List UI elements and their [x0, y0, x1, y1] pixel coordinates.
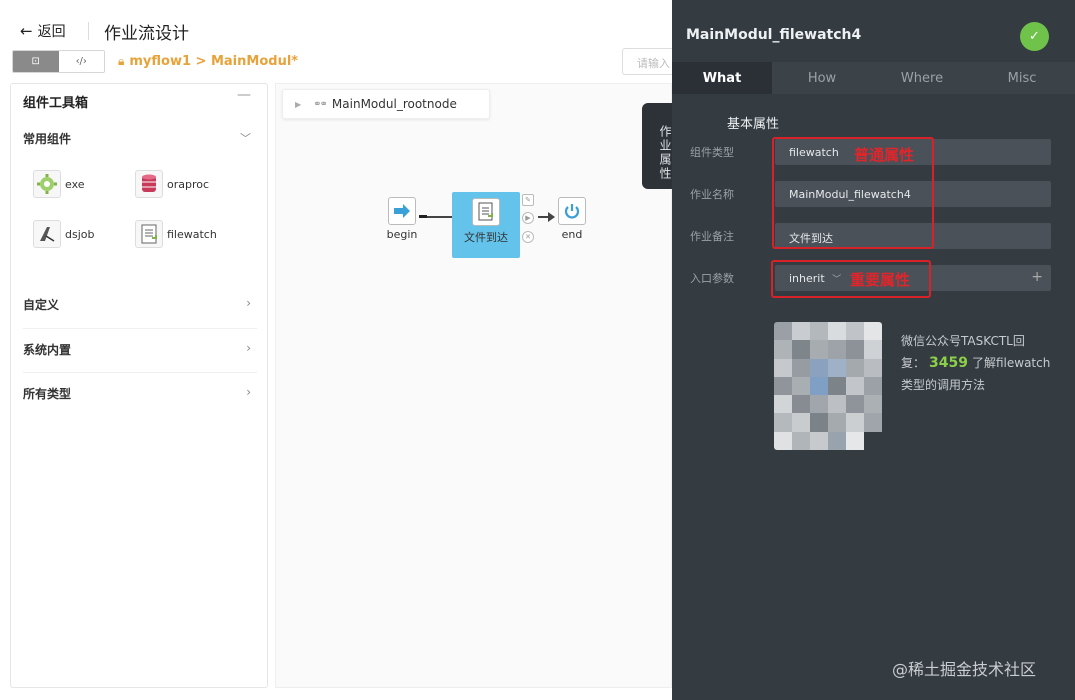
panel-title: MainModul_filewatch4 [686, 27, 862, 43]
category-label: 系统内置 [23, 343, 72, 357]
chevron-down-icon[interactable]: ﹀ [240, 130, 251, 146]
common-components-label[interactable]: 常用组件 [23, 130, 71, 147]
chevron-right-icon: › [246, 341, 251, 355]
root-node-label: MainModul_rootnode [331, 97, 457, 111]
component-filewatch[interactable]: filewatch [135, 212, 227, 256]
back-button[interactable]: ← 返回 [20, 21, 66, 41]
link-icon: ⚭⚭ [313, 98, 328, 110]
root-node-breadcrumb[interactable]: ▶ ⚭⚭ MainModul_rootnode [282, 89, 490, 119]
confirm-button[interactable]: ✓ [1020, 22, 1049, 51]
tab-where[interactable]: Where [872, 62, 972, 94]
node-begin[interactable]: begin [386, 197, 418, 241]
breadcrumb[interactable]: 🔒︎ myflow1 > MainModul* [118, 54, 298, 69]
view-toggle: ⊡ ‹/› [12, 50, 105, 73]
panel-tabs: What How Where Misc [672, 62, 1075, 94]
edge-connector [419, 215, 427, 218]
check-icon: ✓ [1029, 29, 1040, 44]
promo-prefix: 复： [901, 356, 926, 370]
node-task-filewatch[interactable]: 文件到达 [452, 192, 520, 258]
node-label: begin [386, 228, 418, 241]
document-icon [472, 198, 500, 226]
edge-arrowhead [548, 212, 555, 222]
datastage-icon [33, 220, 61, 248]
qr-code-image [774, 322, 882, 450]
promo-code: 3459 [929, 355, 968, 371]
header-divider [88, 22, 89, 40]
code-view-icon[interactable]: ‹/› [58, 51, 104, 72]
field-label-name: 作业名称 [690, 188, 734, 201]
promo-suffix: 了解filewatch [971, 356, 1051, 370]
back-label: 返回 [37, 24, 66, 40]
breadcrumb-text: myflow1 > MainModul* [129, 54, 299, 69]
database-icon [135, 170, 163, 198]
promo-text: 微信公众号TASKCTL回 复： 3459 了解filewatch 类型的调用方法 [901, 330, 1051, 396]
field-label-param: 入口参数 [690, 272, 734, 285]
power-icon [558, 197, 586, 225]
tab-what[interactable]: What [672, 62, 772, 94]
job-properties-tab[interactable]: 作业属性 [642, 103, 672, 189]
promo-line: 复： 3459 了解filewatch [901, 352, 1051, 374]
header: ← 返回 作业流设计 ⊡ ‹/› 🔒︎ myflow1 > MainModul* 请… [0, 0, 674, 82]
component-oraproc[interactable]: oraproc [135, 162, 227, 206]
component-label: exe [65, 177, 85, 191]
watermark: @稀土掘金技术社区 [892, 660, 1037, 679]
category-label: 所有类型 [23, 387, 72, 401]
lock-icon: 🔒︎ [118, 54, 125, 68]
category-custom[interactable]: 自定义 › [23, 284, 257, 324]
plus-icon[interactable]: + [1031, 269, 1043, 285]
tab-how[interactable]: How [772, 62, 872, 94]
caret-right-icon: ▶ [295, 99, 302, 109]
component-exe[interactable]: exe [33, 162, 125, 206]
promo-line: 微信公众号TASKCTL回 [901, 334, 1025, 348]
category-builtin[interactable]: 系统内置 › [23, 328, 257, 368]
node-label: end [561, 228, 583, 241]
chevron-right-icon: › [246, 385, 251, 399]
component-label: filewatch [167, 227, 217, 241]
node-label: 文件到达 [464, 231, 508, 244]
stop-icon[interactable]: ✕ [522, 231, 534, 243]
flow-canvas[interactable]: ▶ ⚭⚭ MainModul_rootnode begin 文件到达 ✎ ▶ ✕… [275, 83, 672, 688]
tab-misc[interactable]: Misc [972, 62, 1072, 94]
annotation-label-basic: 普通属性 [854, 146, 915, 164]
node-end[interactable]: end [556, 197, 588, 241]
document-icon [135, 220, 163, 248]
edge-connector [427, 216, 452, 218]
play-icon[interactable]: ▶ [522, 212, 534, 224]
promo-line: 类型的调用方法 [901, 378, 986, 392]
chevron-right-icon: › [246, 296, 251, 310]
search-input[interactable]: 请输入 [622, 48, 674, 75]
component-label: dsjob [65, 227, 95, 241]
category-all[interactable]: 所有类型 › [23, 372, 257, 412]
category-label: 自定义 [23, 298, 60, 312]
gear-icon [33, 170, 61, 198]
annotation-label-special: 重要属性 [850, 271, 911, 289]
field-label-note: 作业备注 [690, 230, 734, 243]
section-title: 基本属性 [727, 117, 780, 132]
design-view-icon[interactable]: ⊡ [13, 51, 59, 72]
component-toolbox: 组件工具箱 — 常用组件 ﹀ exe oraproc dsjob filewat… [10, 83, 268, 688]
arrow-right-icon [388, 197, 416, 225]
properties-panel: MainModul_filewatch4 ✓ What How Where Mi… [672, 0, 1075, 700]
component-dsjob[interactable]: dsjob [33, 212, 125, 256]
edit-icon[interactable]: ✎ [522, 194, 534, 206]
page-title: 作业流设计 [104, 24, 189, 44]
arrow-left-icon: ← [20, 22, 33, 40]
collapse-icon[interactable]: — [237, 87, 251, 103]
component-label: oraproc [167, 177, 210, 191]
toolbox-title: 组件工具箱 [23, 96, 89, 111]
field-label-type: 组件类型 [690, 146, 734, 159]
